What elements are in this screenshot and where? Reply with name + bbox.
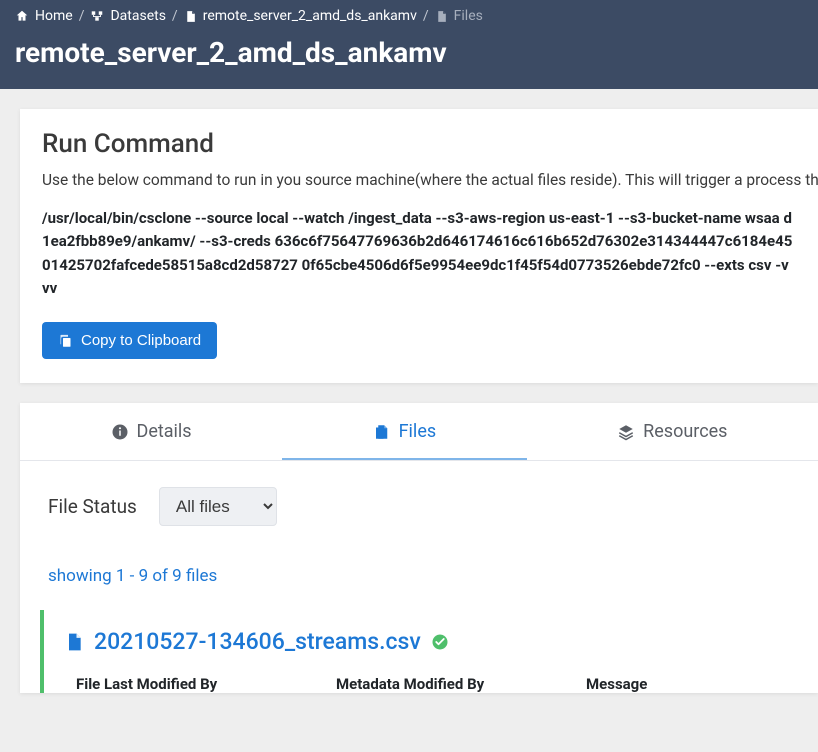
run-command-heading: Run Command (42, 129, 796, 159)
run-command-description: Use the below command to run in you sour… (42, 171, 796, 189)
col-file-last-modified-by: File Last Modified By (76, 675, 336, 693)
copy-button-label: Copy to Clipboard (81, 332, 201, 349)
run-command-card: Run Command Use the below command to run… (20, 109, 818, 383)
showing-count: showing 1 - 9 of 9 files (48, 566, 790, 586)
datasets-icon (90, 9, 104, 23)
column-headers: File Last Modified By Metadata Modified … (64, 675, 790, 693)
breadcrumb-current: Files (454, 8, 483, 24)
file-name-link[interactable]: 20210527-134606_streams.csv (94, 628, 421, 655)
breadcrumb-dataset-name[interactable]: remote_server_2_amd_ds_ankamv (203, 8, 417, 24)
copy-icon (58, 333, 73, 348)
col-metadata-modified-by: Metadata Modified By (336, 675, 586, 693)
run-command-text: /usr/local/bin/csclone --source local --… (42, 207, 796, 300)
tab-details[interactable]: Details (20, 403, 282, 460)
file-icon (184, 10, 197, 23)
file-status-select[interactable]: All files (159, 487, 277, 526)
breadcrumb: Home / Datasets / remote_server_2_amd_ds… (15, 8, 803, 24)
breadcrumb-home[interactable]: Home (35, 8, 73, 24)
breadcrumb-sep: / (172, 8, 178, 24)
tab-files-label: Files (399, 421, 437, 442)
file-entry: 20210527-134606_streams.csv File Last Mo… (40, 610, 790, 693)
check-circle-icon (431, 633, 449, 651)
files-icon (373, 423, 391, 441)
copy-to-clipboard-button[interactable]: Copy to Clipboard (42, 322, 217, 359)
tabs-card: Details Files Resources File Status All … (20, 403, 818, 693)
page-title: remote_server_2_amd_ds_ankamv (15, 36, 803, 69)
file-status-label: File Status (48, 495, 137, 518)
layers-icon (617, 423, 635, 441)
tab-resources-label: Resources (643, 421, 727, 442)
breadcrumb-datasets[interactable]: Datasets (110, 8, 165, 24)
file-icon (64, 631, 84, 653)
file-icon (435, 10, 448, 23)
breadcrumb-sep: / (423, 8, 429, 24)
col-message: Message (586, 675, 766, 693)
info-icon (111, 423, 129, 441)
tab-details-label: Details (137, 421, 192, 442)
tab-files[interactable]: Files (282, 403, 527, 460)
tab-resources[interactable]: Resources (527, 403, 818, 460)
home-icon (15, 9, 29, 23)
breadcrumb-sep: / (79, 8, 85, 24)
